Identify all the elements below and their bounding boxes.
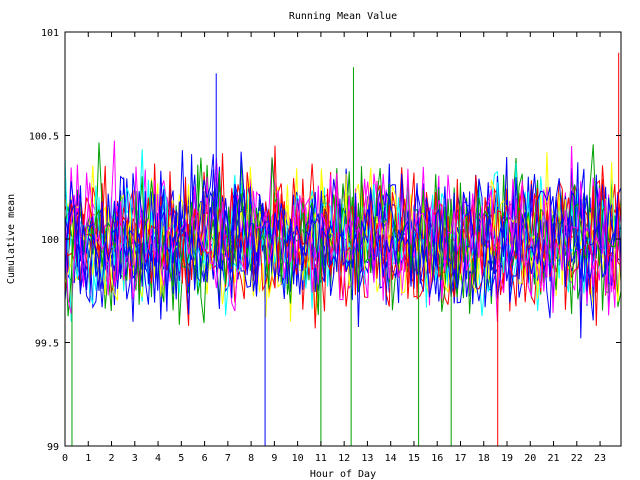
x-tick-label: 22 — [571, 453, 583, 464]
x-tick-label: 11 — [315, 453, 327, 464]
series-layer — [64, 52, 622, 446]
y-tick-label: 101 — [41, 28, 59, 39]
x-tick-label: 18 — [478, 453, 490, 464]
y-tick-label: 99 — [47, 442, 59, 453]
x-tick-label: 23 — [594, 453, 606, 464]
x-tick-label: 5 — [178, 453, 184, 464]
x-tick-label: 2 — [109, 453, 115, 464]
x-tick-label: 17 — [454, 453, 466, 464]
y-tick-label: 100 — [41, 235, 59, 246]
y-tick-label: 99.5 — [35, 339, 59, 350]
x-tick-label: 7 — [225, 453, 231, 464]
x-axis-label: Hour of Day — [310, 469, 376, 480]
x-tick-label: 0 — [62, 453, 68, 464]
x-tick-label: 10 — [292, 453, 304, 464]
x-tick-label: 4 — [155, 453, 161, 464]
y-axis-label: Cumulative mean — [6, 194, 17, 284]
y-tick-label: 100.5 — [29, 132, 59, 143]
x-tick-label: 12 — [338, 453, 350, 464]
x-tick-label: 16 — [431, 453, 443, 464]
x-tick-label: 15 — [408, 453, 420, 464]
x-tick-label: 13 — [361, 453, 373, 464]
chart-title: Running Mean Value — [289, 11, 397, 22]
x-tick-label: 6 — [202, 453, 208, 464]
x-tick-label: 9 — [271, 453, 277, 464]
x-tick-label: 1 — [85, 453, 91, 464]
x-tick-label: 3 — [132, 453, 138, 464]
x-tick-label: 19 — [501, 453, 513, 464]
x-tick-label: 8 — [248, 453, 254, 464]
running-mean-chart: Running Mean Value 9999.5100100.5101 012… — [6, 11, 622, 480]
x-tick-label: 21 — [548, 453, 560, 464]
x-tick-label: 14 — [385, 453, 397, 464]
x-tick-label: 20 — [524, 453, 536, 464]
